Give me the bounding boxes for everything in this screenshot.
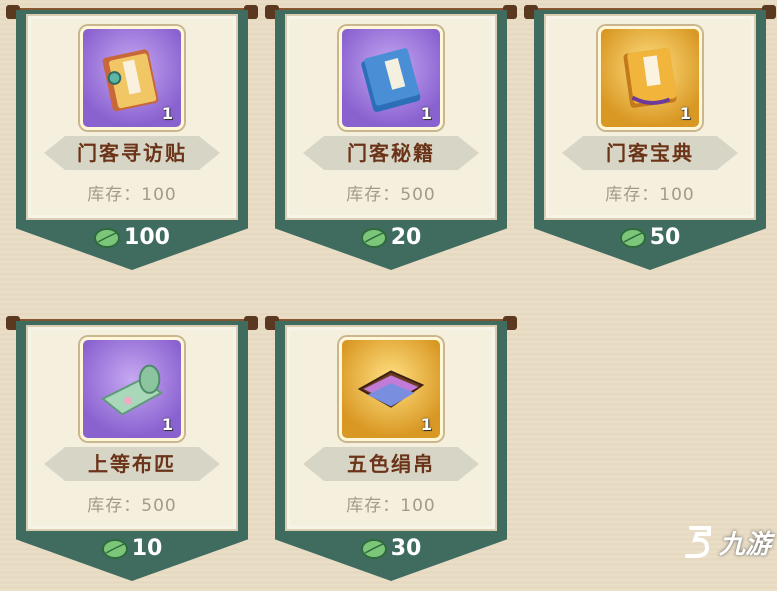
price-value: 100	[124, 225, 170, 250]
shop-item-card[interactable]: 1 门客宝典 库存：100 50	[524, 0, 776, 280]
green-leaf-icon	[101, 539, 128, 559]
item-stock: 库存：500	[346, 185, 436, 205]
item-name: 门客寻访贴	[44, 136, 220, 170]
price-value: 10	[131, 536, 163, 561]
price-button[interactable]: 20	[275, 224, 507, 252]
green-leaf-icon	[619, 228, 646, 248]
price-button[interactable]: 30	[275, 535, 507, 563]
watermark-text: 九游	[719, 530, 772, 560]
shop-item-card[interactable]: 1 门客秘籍 库存：500 20	[265, 0, 517, 280]
item-stock: 库存：100	[605, 185, 695, 205]
item-quantity: 1	[161, 104, 173, 123]
price-button[interactable]: 50	[534, 224, 766, 252]
item-icon-frame[interactable]: 1	[339, 337, 443, 441]
item-quantity: 1	[161, 415, 173, 434]
jiuyou-logo-icon	[685, 526, 711, 558]
shop-item-card[interactable]: 1 门客寻访贴 库存：100 100	[6, 0, 258, 280]
shop-item-card[interactable]: 1 上等布匹 库存：500 10	[6, 311, 258, 591]
item-stock: 库存：100	[346, 496, 436, 516]
item-name: 上等布匹	[44, 447, 220, 481]
shop-item-card[interactable]: 1 五色绢帛 库存：100 30	[265, 311, 517, 591]
item-stock: 库存：100	[87, 185, 177, 205]
golden-book-icon	[623, 48, 677, 108]
blue-book-icon	[361, 48, 421, 112]
green-leaf-icon	[94, 228, 121, 248]
price-button[interactable]: 10	[16, 535, 248, 563]
item-icon-frame[interactable]: 1	[598, 26, 702, 130]
price-value: 30	[390, 536, 422, 561]
scroll-book-icon	[102, 49, 159, 112]
item-quantity: 1	[679, 104, 691, 123]
item-icon-frame[interactable]: 1	[80, 26, 184, 130]
watermark-logo: 九游	[681, 522, 771, 562]
item-icon-frame[interactable]: 1	[339, 26, 443, 130]
item-quantity: 1	[420, 415, 432, 434]
cloth-roll-icon	[100, 364, 164, 416]
price-value: 50	[649, 225, 681, 250]
green-leaf-icon	[360, 539, 387, 559]
green-leaf-icon	[360, 228, 387, 248]
price-button[interactable]: 100	[16, 224, 248, 252]
item-name: 五色绢帛	[303, 447, 479, 481]
item-name: 门客宝典	[562, 136, 738, 170]
silk-tray-icon	[357, 370, 425, 408]
item-name: 门客秘籍	[303, 136, 479, 170]
item-quantity: 1	[420, 104, 432, 123]
item-stock: 库存：500	[87, 496, 177, 516]
item-icon-frame[interactable]: 1	[80, 337, 184, 441]
price-value: 20	[390, 225, 422, 250]
